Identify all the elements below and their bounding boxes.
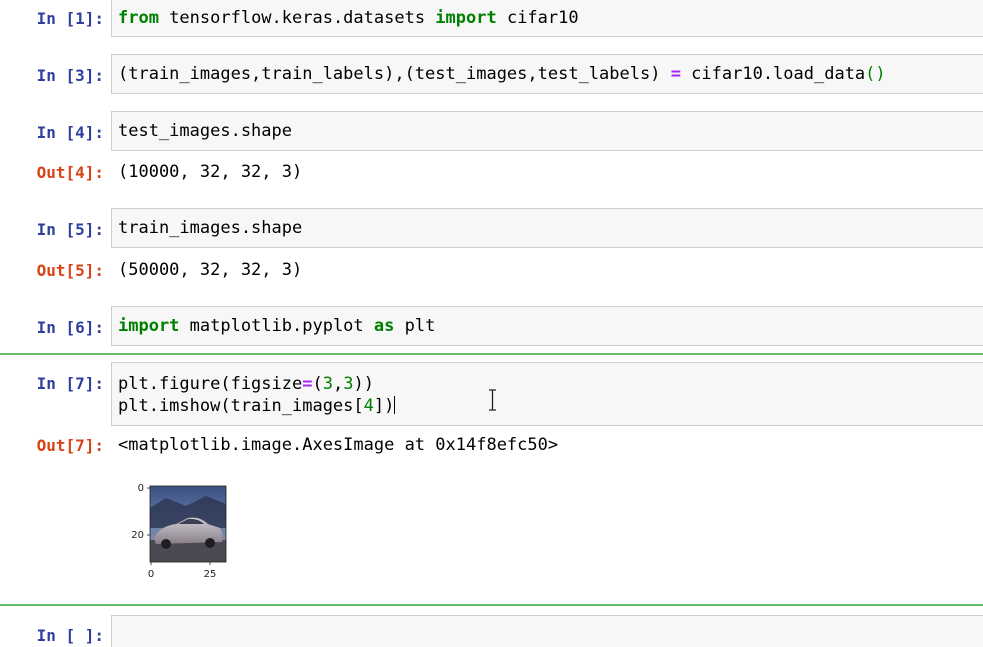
imshow-plot: 0 20 0 25 [131, 483, 227, 580]
output-text: (10000, 32, 32, 3) [118, 162, 303, 182]
ibeam-cursor-icon [489, 389, 496, 411]
selected-cell-top-border [0, 353, 983, 355]
output-text: <matplotlib.image.AxesImage at 0x14f8efc… [118, 435, 559, 455]
input-prompt: In [7]: [36, 374, 104, 393]
code-line: (train_images,train_labels),(test_images… [118, 64, 886, 84]
code-input-area[interactable] [111, 615, 983, 647]
output-prompt: Out[5]: [36, 261, 104, 280]
code-line-1: plt.figure(figsize=(3,3)) [118, 374, 374, 394]
output-prompt: Out[7]: [36, 436, 104, 455]
input-prompt: In [6]: [36, 318, 104, 337]
code-line: from tensorflow.keras.datasets import ci… [118, 8, 579, 28]
output-prompt: Out[4]: [36, 163, 104, 182]
car-thumbnail-image [150, 486, 226, 562]
y-tick-label: 0 [138, 483, 144, 494]
code-line: import matplotlib.pyplot as plt [118, 316, 436, 336]
text-cursor [394, 396, 396, 414]
code-line: train_images.shape [118, 218, 303, 238]
input-prompt: In [5]: [36, 220, 104, 239]
output-text: (50000, 32, 32, 3) [118, 260, 303, 280]
input-prompt: In [3]: [36, 66, 104, 85]
input-prompt: In [ ]: [36, 626, 104, 645]
x-tick-label: 0 [148, 569, 154, 580]
y-tick-label: 20 [131, 530, 144, 541]
selected-cell-bottom-border [0, 604, 983, 606]
x-tick-label: 25 [204, 569, 217, 580]
code-line: test_images.shape [118, 121, 292, 141]
input-prompt: In [4]: [36, 123, 104, 142]
code-line-2: plt.imshow(train_images[4]) [118, 396, 396, 416]
input-prompt: In [1]: [36, 9, 104, 28]
